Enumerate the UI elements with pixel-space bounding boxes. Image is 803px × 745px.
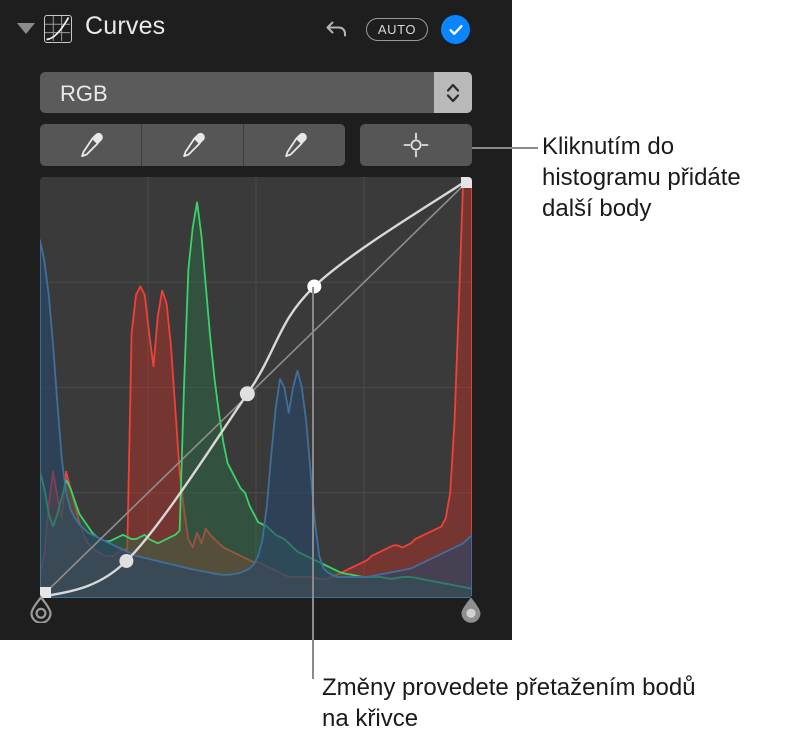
auto-button-label: AUTO bbox=[377, 22, 417, 37]
white-point-eyedropper[interactable] bbox=[243, 124, 345, 166]
add-point-target-button[interactable] bbox=[360, 124, 472, 166]
crosshair-target-icon bbox=[403, 132, 429, 158]
curve-control-point-2[interactable] bbox=[239, 386, 255, 402]
checkmark-icon bbox=[448, 24, 463, 35]
curve-endpoint-white[interactable] bbox=[461, 177, 472, 188]
curve-control-point-3[interactable] bbox=[307, 279, 322, 294]
gray-point-eyedropper[interactable] bbox=[141, 124, 243, 166]
curves-panel: Curves AUTO RGB bbox=[0, 0, 512, 640]
triangle-down-icon[interactable] bbox=[17, 23, 35, 34]
eyedropper-icon bbox=[284, 132, 307, 157]
curve-control-point-1[interactable] bbox=[119, 553, 134, 568]
callout-leader-line-bottom bbox=[312, 287, 314, 679]
channel-select[interactable]: RGB bbox=[40, 72, 472, 113]
black-point-handle[interactable] bbox=[29, 595, 53, 624]
undo-arrow-icon[interactable] bbox=[323, 16, 351, 44]
channel-select-value: RGB bbox=[60, 81, 108, 106]
histogram-plot bbox=[40, 177, 472, 598]
callout-text-top: Kliknutím do histogramu přidáte další bo… bbox=[542, 133, 741, 222]
white-point-handle[interactable] bbox=[459, 596, 483, 623]
chevron-up-down-icon[interactable] bbox=[434, 72, 472, 113]
auto-button[interactable]: AUTO bbox=[366, 18, 428, 41]
enable-checkmark-toggle[interactable] bbox=[441, 15, 470, 44]
panel-header: Curves AUTO bbox=[0, 0, 512, 58]
callout-text-bottom: Změny provedete přetažením bodů na křivc… bbox=[322, 674, 696, 732]
callout-leader-line-top bbox=[472, 147, 538, 149]
eyedropper-icon bbox=[182, 132, 205, 157]
eyedropper-group bbox=[40, 124, 345, 166]
page-title: Curves bbox=[85, 12, 166, 40]
histogram-curve-editor[interactable] bbox=[40, 177, 472, 598]
eyedropper-icon bbox=[80, 132, 103, 157]
black-point-eyedropper[interactable] bbox=[40, 124, 141, 166]
curves-grid-icon bbox=[44, 15, 72, 43]
